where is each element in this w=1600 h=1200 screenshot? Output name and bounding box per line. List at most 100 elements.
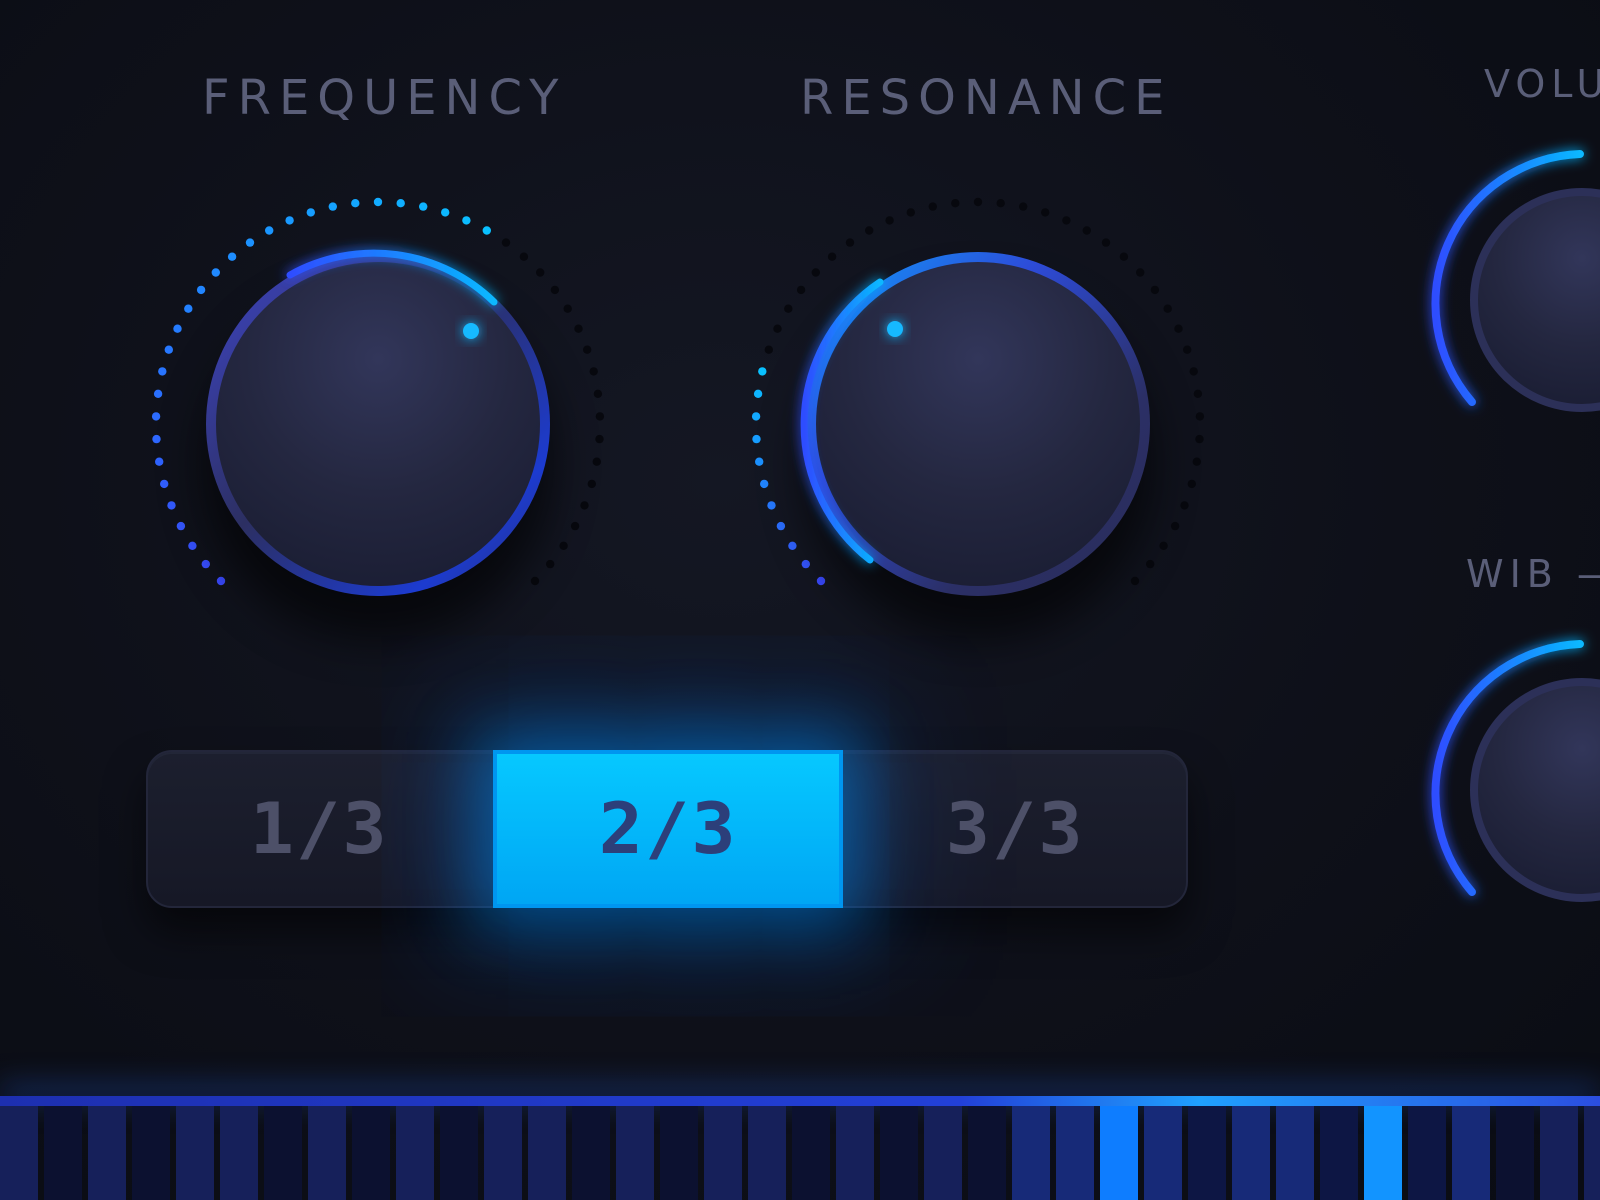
frequency-ring-dot bbox=[158, 367, 167, 376]
page-option-3-label: 3/3 bbox=[945, 788, 1086, 870]
piano-key[interactable] bbox=[1100, 1106, 1138, 1200]
piano-key[interactable] bbox=[1188, 1106, 1226, 1200]
piano-key[interactable] bbox=[484, 1106, 522, 1200]
piano-key[interactable] bbox=[704, 1106, 742, 1200]
piano-key[interactable] bbox=[440, 1106, 478, 1200]
resonance-ring-dot bbox=[1119, 252, 1129, 261]
resonance-ring-dot bbox=[1170, 521, 1180, 531]
resonance-knob[interactable] bbox=[751, 197, 1205, 640]
resonance-ring-dot bbox=[788, 541, 797, 550]
keyboard-top-rail bbox=[0, 1096, 1600, 1106]
piano-key[interactable] bbox=[528, 1106, 566, 1200]
piano-key[interactable] bbox=[836, 1106, 874, 1200]
resonance-ring-dot bbox=[996, 199, 1005, 208]
piano-key[interactable] bbox=[1056, 1106, 1094, 1200]
resonance-ring-dot bbox=[801, 559, 810, 569]
piano-key[interactable] bbox=[1584, 1106, 1600, 1200]
frequency-ring-dot bbox=[462, 216, 471, 225]
frequency-ring-dot bbox=[580, 501, 589, 510]
resonance-ring-dot bbox=[1101, 238, 1111, 247]
piano-key[interactable] bbox=[880, 1106, 918, 1200]
wib-knob[interactable] bbox=[1431, 640, 1600, 902]
piano-key[interactable] bbox=[1452, 1106, 1490, 1200]
piano-key[interactable] bbox=[1144, 1106, 1182, 1200]
piano-key[interactable] bbox=[748, 1106, 786, 1200]
resonance-ring-dot bbox=[1062, 216, 1071, 225]
piano-key[interactable] bbox=[1320, 1106, 1358, 1200]
resonance-ring-dot bbox=[1130, 576, 1140, 586]
piano-key[interactable] bbox=[1540, 1106, 1578, 1200]
resonance-ring-dot bbox=[1174, 324, 1183, 333]
frequency-ring-dot bbox=[184, 304, 193, 313]
frequency-ring-dot bbox=[153, 389, 163, 398]
frequency-knob[interactable] bbox=[151, 197, 605, 640]
piano-key[interactable] bbox=[220, 1106, 258, 1200]
piano-key[interactable] bbox=[1232, 1106, 1270, 1200]
resonance-ring-dot bbox=[1082, 226, 1092, 235]
piano-key[interactable] bbox=[792, 1106, 830, 1200]
resonance-ring-dot bbox=[811, 268, 820, 277]
frequency-ring-dot bbox=[396, 199, 405, 208]
piano-key[interactable] bbox=[1012, 1106, 1050, 1200]
resonance-ring-dot bbox=[906, 208, 915, 217]
resonance-ring-dot bbox=[865, 226, 874, 235]
piano-key[interactable] bbox=[968, 1106, 1006, 1200]
resonance-ring-dot bbox=[1195, 434, 1204, 444]
resonance-ring-dot bbox=[767, 501, 776, 510]
frequency-ring-dot bbox=[559, 541, 568, 550]
frequency-ring-dot bbox=[201, 559, 210, 569]
resonance-ring-dot bbox=[816, 576, 826, 586]
resonance-ring-dot bbox=[1146, 559, 1155, 569]
piano-key[interactable] bbox=[1408, 1106, 1446, 1200]
resonance-ring-dot bbox=[1019, 202, 1028, 211]
piano-key[interactable] bbox=[132, 1106, 170, 1200]
resonance-dot-indicator-icon bbox=[887, 321, 903, 337]
resonance-ring-dot bbox=[1193, 389, 1203, 398]
resonance-ring-dot bbox=[1041, 208, 1050, 217]
resonance-ring-dot bbox=[885, 216, 894, 225]
piano-key[interactable] bbox=[660, 1106, 698, 1200]
piano-key[interactable] bbox=[1276, 1106, 1314, 1200]
resonance-ring-dot bbox=[758, 367, 767, 376]
resonance-ring-dot bbox=[1189, 367, 1198, 376]
frequency-ring-dot bbox=[351, 199, 360, 208]
frequency-ring-dot bbox=[595, 412, 605, 421]
piano-key[interactable] bbox=[264, 1106, 302, 1200]
resonance-ring-dot bbox=[1150, 285, 1160, 295]
frequency-ring-dot bbox=[155, 457, 164, 466]
piano-key[interactable] bbox=[572, 1106, 610, 1200]
piano-key[interactable] bbox=[0, 1106, 38, 1200]
piano-key[interactable] bbox=[1496, 1106, 1534, 1200]
piano-key[interactable] bbox=[44, 1106, 82, 1200]
page-option-2[interactable]: 2/3 bbox=[493, 750, 843, 908]
resonance-ring-dot bbox=[973, 197, 983, 207]
frequency-ring-dot bbox=[419, 202, 428, 211]
piano-key[interactable] bbox=[396, 1106, 434, 1200]
frequency-ring-dot bbox=[595, 434, 604, 444]
page-option-1[interactable]: 1/3 bbox=[146, 750, 493, 908]
frequency-ring-dot bbox=[216, 576, 226, 586]
page-option-3[interactable]: 3/3 bbox=[843, 750, 1188, 908]
resonance-ring-dot bbox=[776, 521, 786, 531]
piano-key[interactable] bbox=[308, 1106, 346, 1200]
resonance-ring-dot bbox=[760, 479, 769, 489]
piano-key[interactable] bbox=[616, 1106, 654, 1200]
resonance-ring-dot bbox=[796, 285, 806, 295]
frequency-ring-dot bbox=[546, 559, 555, 569]
frequency-ring-dot bbox=[563, 304, 572, 313]
resonance-ring-dot bbox=[827, 252, 837, 261]
volume-knob[interactable] bbox=[1431, 150, 1600, 412]
piano-key[interactable] bbox=[176, 1106, 214, 1200]
resonance-ring-dot bbox=[764, 345, 773, 354]
piano-key[interactable] bbox=[88, 1106, 126, 1200]
frequency-ring-dot bbox=[441, 208, 450, 217]
piano-key[interactable] bbox=[1364, 1106, 1402, 1200]
page-option-1-label: 1/3 bbox=[249, 788, 390, 870]
piano-key[interactable] bbox=[352, 1106, 390, 1200]
frequency-ring-dot bbox=[536, 268, 545, 277]
frequency-ring-dot bbox=[173, 324, 182, 333]
frequency-ring-dot bbox=[152, 434, 161, 444]
piano-key[interactable] bbox=[924, 1106, 962, 1200]
resonance-ring-dot bbox=[1136, 268, 1145, 277]
frequency-ring-dot bbox=[265, 226, 274, 235]
